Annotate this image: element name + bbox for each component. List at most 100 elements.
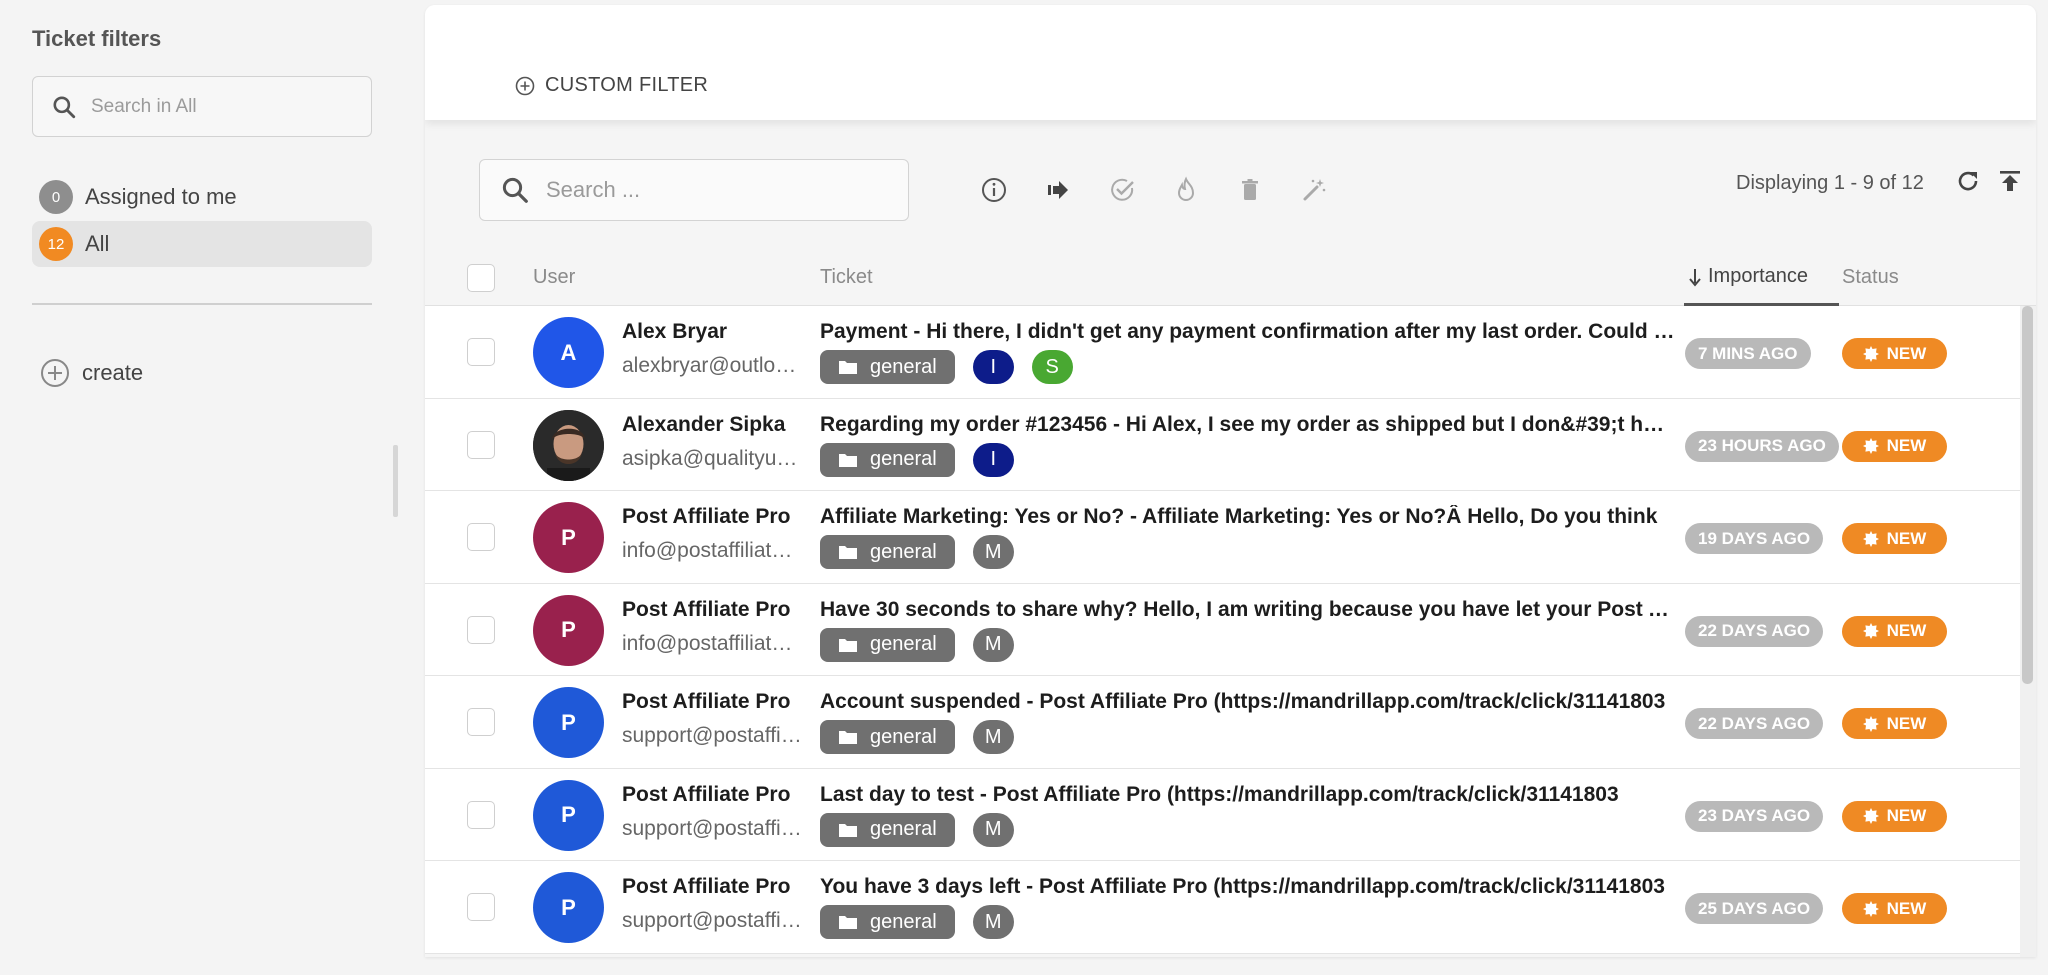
avatar: P — [533, 687, 604, 758]
search-icon — [53, 95, 76, 118]
avatar — [533, 409, 604, 481]
department-label: general — [870, 540, 937, 563]
filter-search-input[interactable] — [91, 95, 351, 118]
select-all-checkbox[interactable] — [467, 264, 495, 292]
row-checkbox[interactable] — [467, 893, 495, 921]
filter-assigned-to-me[interactable]: 0 Assigned to me — [32, 174, 372, 220]
new-burst-icon — [1862, 345, 1879, 362]
department-label: general — [870, 448, 937, 470]
column-importance-sort[interactable]: Importance — [1684, 250, 1839, 306]
time-badge: 23 HOURS AGO — [1685, 430, 1839, 462]
row-checkbox[interactable] — [467, 338, 495, 366]
agent-tag: I — [972, 350, 1014, 384]
ticket-subject: Have 30 seconds to share why? Hello, I a… — [820, 597, 1675, 621]
magic-wand-icon[interactable] — [1298, 174, 1330, 206]
avatar: A — [533, 317, 604, 388]
ticket-subject: Payment - Hi there, I didn't get any pay… — [820, 320, 1675, 343]
status-label: NEW — [1886, 621, 1927, 640]
custom-filter-button[interactable]: CUSTOM FILTER — [515, 74, 708, 97]
user-photo-icon — [533, 409, 604, 481]
table-row[interactable]: Alexander Sipka asipka@qualityunit.com R… — [425, 398, 2020, 491]
user-email: asipka@qualityunit.com — [622, 446, 802, 470]
new-burst-icon — [1862, 530, 1879, 547]
user-name: Alex Bryar — [622, 320, 728, 343]
filter-search-box[interactable] — [32, 76, 372, 137]
department-tag: general — [820, 812, 955, 847]
time-badge: 22 DAYS AGO — [1685, 615, 1824, 647]
department-tag: general — [820, 442, 955, 477]
user-email: support@postaffiliatepro.com — [622, 724, 802, 747]
folder-icon — [839, 453, 857, 467]
department-label: general — [870, 818, 937, 840]
row-checkbox[interactable] — [467, 430, 495, 459]
department-tag: general — [820, 627, 955, 662]
table-row[interactable]: P Post Affiliate Pro info@postaffiliatep… — [425, 491, 2020, 584]
department-label: general — [870, 355, 937, 378]
user-email: support@postaffiliatepro.com — [622, 909, 802, 932]
ticket-search-box[interactable] — [479, 159, 909, 221]
department-tag: general — [820, 535, 955, 569]
fire-icon[interactable] — [1170, 174, 1202, 206]
row-checkbox[interactable] — [467, 708, 495, 736]
forward-icon[interactable] — [1042, 174, 1074, 206]
table-row[interactable]: P Post Affiliate Pro support@postaffilia… — [425, 768, 2020, 861]
refresh-icon[interactable] — [1955, 168, 1981, 199]
table-row[interactable]: P Post Affiliate Pro support@postaffilia… — [425, 676, 2020, 769]
search-icon — [502, 177, 528, 203]
new-burst-icon — [1862, 808, 1879, 824]
status-label: NEW — [1886, 436, 1927, 455]
table-row[interactable]: P Post Affiliate Pro info@postaffiliatep… — [425, 583, 2020, 676]
status-label: NEW — [1886, 343, 1927, 363]
ticket-subject: Regarding my order #123456 - Hi Alex, I … — [820, 412, 1675, 436]
column-user[interactable]: User — [533, 266, 575, 289]
ticket-search-input[interactable] — [546, 177, 886, 203]
ticket-list-panel: CUSTOM FILTER Displaying 1 - 9 of 12 — [425, 5, 2036, 957]
plus-circle-icon — [515, 76, 535, 95]
column-status[interactable]: Status — [1842, 266, 1899, 289]
create-label: create — [82, 360, 144, 385]
folder-icon — [839, 916, 857, 929]
agent-tag: M — [972, 627, 1014, 662]
row-checkbox[interactable] — [467, 523, 495, 551]
column-ticket[interactable]: Ticket — [820, 266, 873, 289]
department-tag: general — [820, 905, 955, 939]
create-filter-button[interactable]: create — [40, 358, 143, 388]
agent-tag: M — [972, 720, 1014, 754]
department-tag: general — [820, 720, 955, 754]
new-burst-icon — [1862, 438, 1879, 454]
avatar-initial: P — [561, 802, 576, 827]
ticket-list-area: Displaying 1 - 9 of 12 User Ticket Impor… — [425, 120, 2036, 957]
list-scrollbar[interactable] — [2020, 306, 2036, 957]
ticket-rows: A Alex Bryar alexbryar@outlook.com Payme… — [425, 306, 2020, 954]
resolve-check-icon[interactable] — [1106, 174, 1138, 206]
sidebar-title: Ticket filters — [32, 26, 162, 51]
user-name: Post Affiliate Pro — [622, 782, 791, 806]
status-badge: NEW — [1842, 615, 1947, 647]
agent-tag: M — [972, 905, 1014, 939]
user-email: info@postaffiliatepro.com — [622, 539, 802, 562]
trash-icon[interactable] — [1234, 174, 1266, 206]
filter-all[interactable]: 12 All — [32, 221, 372, 267]
info-icon[interactable] — [978, 174, 1010, 206]
all-count-badge: 12 — [39, 227, 73, 261]
table-row[interactable]: P Post Affiliate Pro support@postaffilia… — [425, 861, 2020, 954]
arrow-down-icon — [1689, 268, 1701, 287]
user-email: info@postaffiliatepro.com — [622, 631, 802, 655]
ticket-tags: general M — [820, 812, 1014, 847]
status-label: NEW — [1886, 713, 1927, 733]
department-label: general — [870, 725, 937, 748]
user-name: Alexander Sipka — [622, 412, 786, 436]
panel-resize-handle[interactable] — [393, 445, 398, 517]
status-badge: NEW — [1842, 708, 1947, 739]
agent-tag: M — [972, 535, 1014, 569]
avatar: P — [533, 502, 604, 573]
row-checkbox[interactable] — [467, 800, 495, 829]
scrollbar-thumb[interactable] — [2022, 306, 2033, 684]
avatar: P — [533, 779, 604, 851]
ticket-tags: general I — [820, 442, 1014, 477]
table-row[interactable]: A Alex Bryar alexbryar@outlook.com Payme… — [425, 306, 2020, 399]
row-checkbox[interactable] — [467, 615, 495, 644]
sidebar-divider — [32, 303, 372, 305]
ticket-subject: Last day to test - Post Affiliate Pro (h… — [820, 782, 1619, 806]
scroll-to-top-icon[interactable] — [1997, 168, 2023, 199]
